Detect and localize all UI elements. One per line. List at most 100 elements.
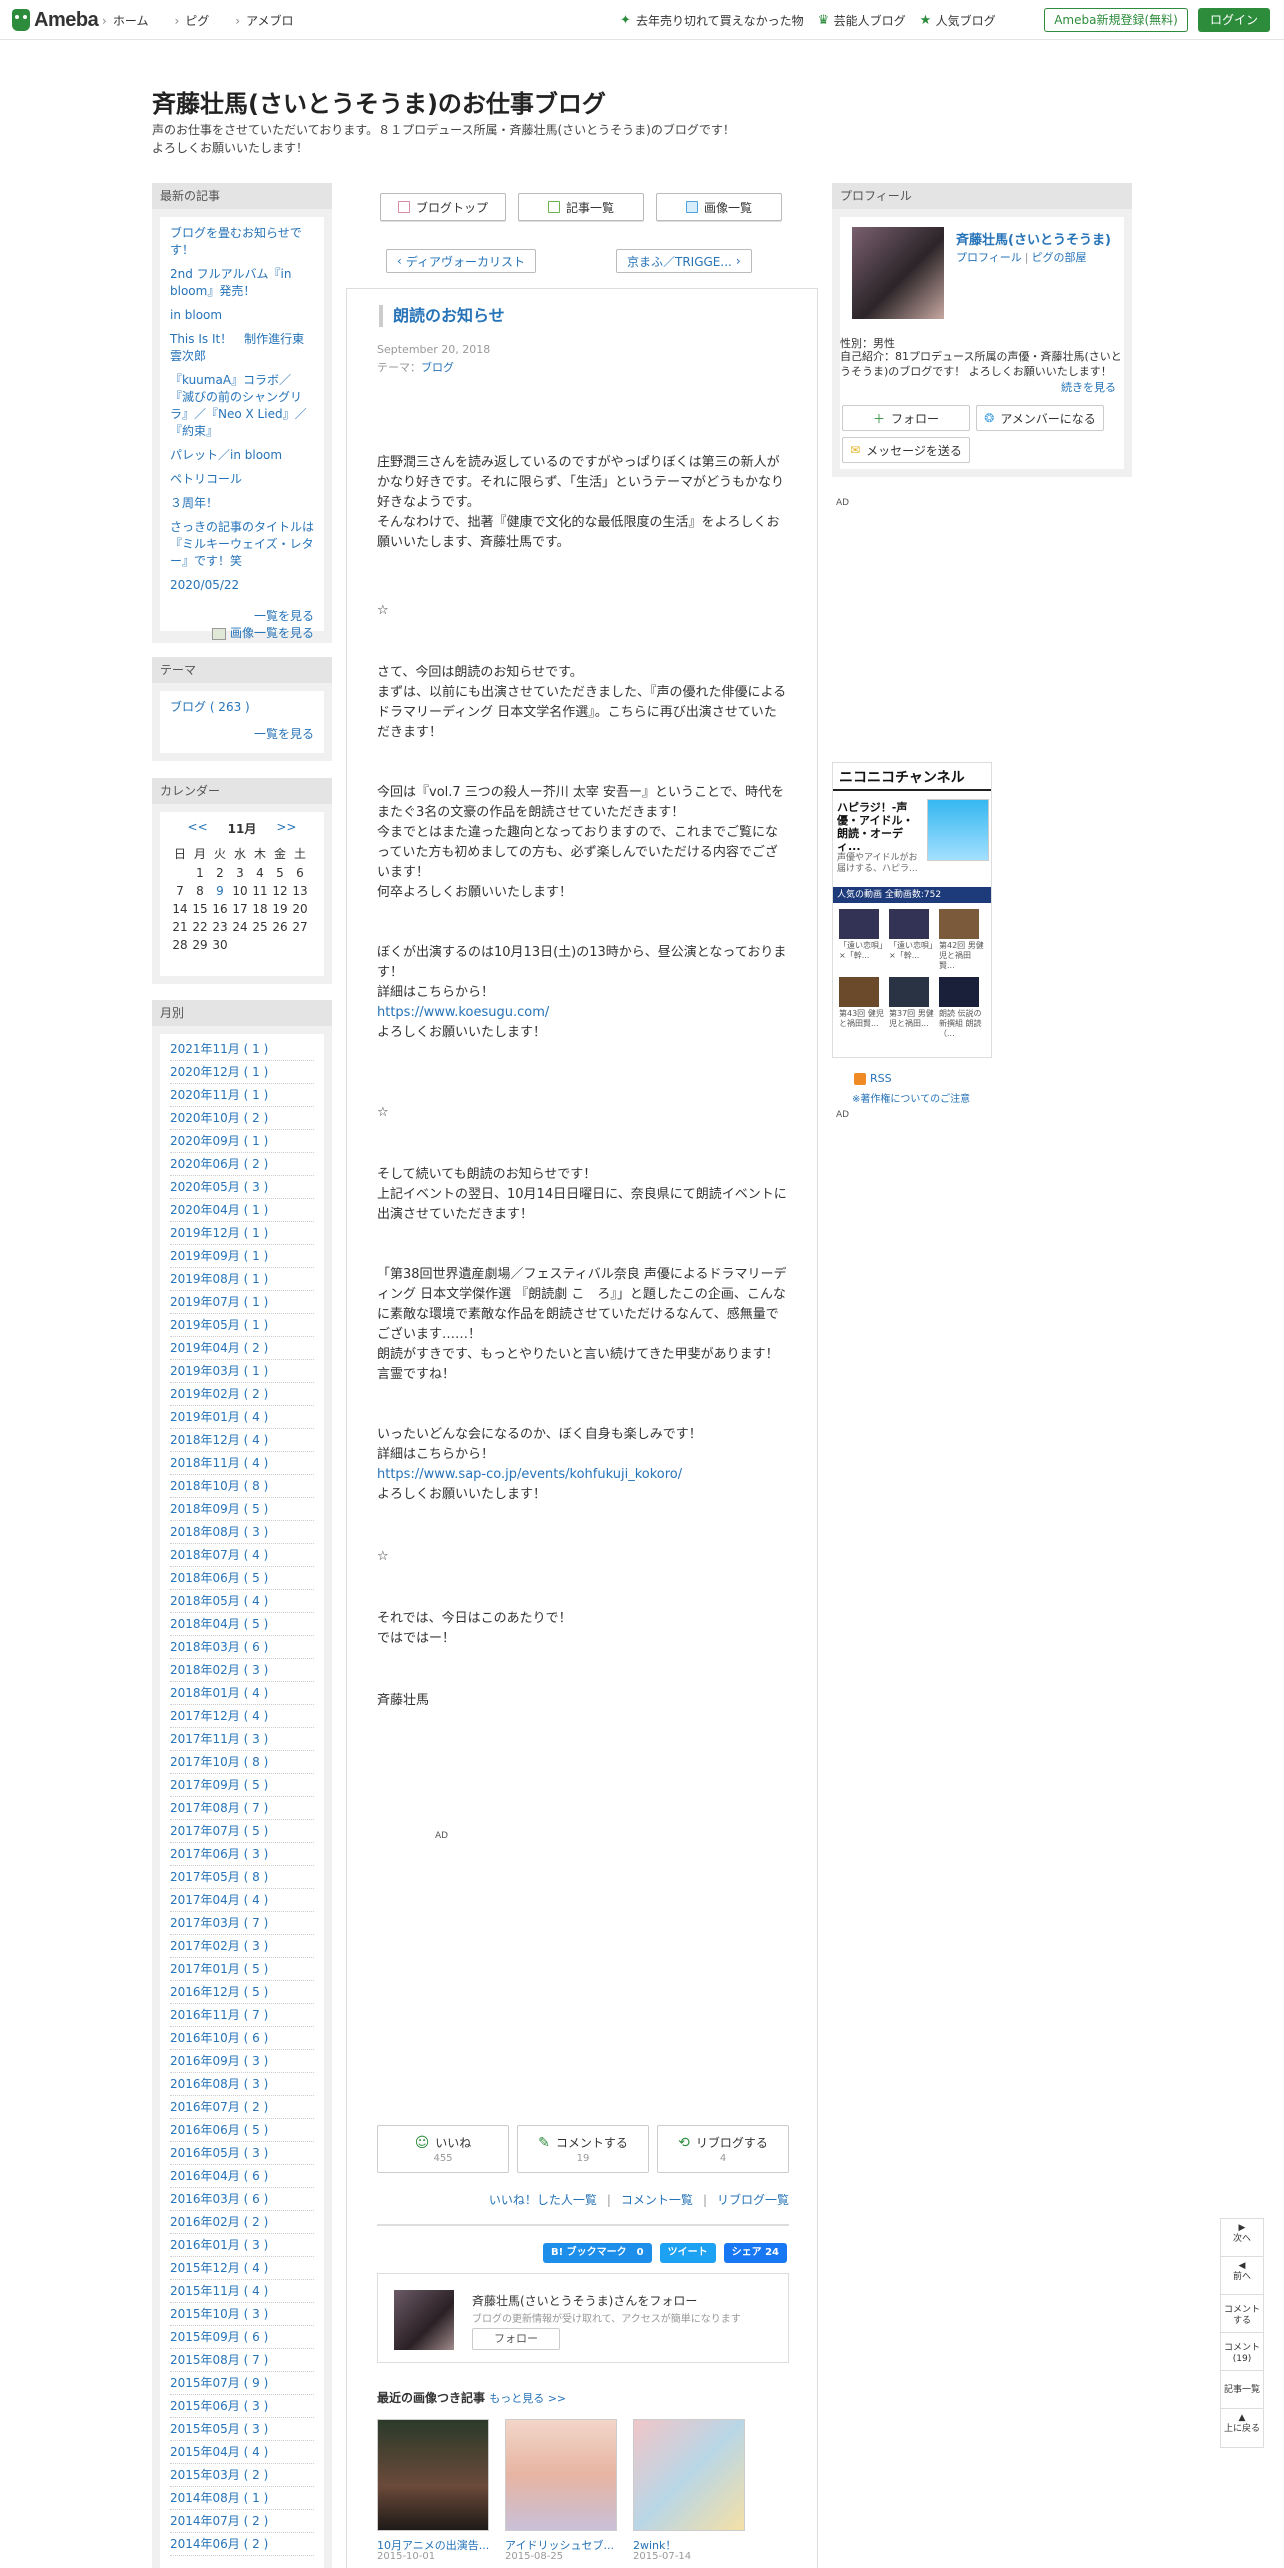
monthly-archive-item[interactable]: 2019年04月 ( 2 ) xyxy=(170,1337,314,1360)
follow-button[interactable]: フォロー xyxy=(472,2328,560,2350)
image-more-link[interactable]: 画像一覧を見る xyxy=(170,625,314,642)
monthly-archive-item[interactable]: 2016年05月 ( 3 ) xyxy=(170,2142,314,2165)
tab-post-list[interactable]: 記事一覧 xyxy=(518,193,644,221)
login-button[interactable]: ログイン xyxy=(1198,8,1270,32)
monthly-archive-item[interactable]: 2015年12月 ( 4 ) xyxy=(170,2257,314,2280)
monthly-archive-item[interactable]: 2015年03月 ( 2 ) xyxy=(170,2464,314,2487)
link-trend[interactable]: ✦ 去年売り切れて買えなかった物 xyxy=(620,12,804,29)
nico-channel-title[interactable]: ハピラジ！-声優・アイドル・朗読・オーディ... xyxy=(837,801,923,853)
nico-video-thumbnail[interactable] xyxy=(939,977,979,1007)
monthly-archive-item[interactable]: 2018年02月 ( 3 ) xyxy=(170,1659,314,1682)
recent-post[interactable]: ３周年！ xyxy=(170,495,314,512)
calendar-prev[interactable]: << xyxy=(188,820,208,837)
recent-image-more-link[interactable]: もっと見る >> xyxy=(489,2392,566,2405)
nico-video-thumbnail[interactable] xyxy=(939,909,979,939)
monthly-archive-item[interactable]: 2018年01月 ( 4 ) xyxy=(170,1682,314,1705)
nav-home[interactable]: ホーム xyxy=(102,12,149,29)
next-post-button[interactable]: 京まふ／TRIGGE... › xyxy=(616,249,752,273)
prev-post-button[interactable]: ‹ ディアヴォーカリスト xyxy=(386,249,536,273)
recent-more-link[interactable]: 一覧を見る xyxy=(170,608,314,625)
ameba-logo[interactable]: Ameba xyxy=(12,8,99,32)
nico-video-thumbnail[interactable] xyxy=(889,909,929,939)
monthly-archive-item[interactable]: 2017年03月 ( 7 ) xyxy=(170,1912,314,1935)
monthly-archive-item[interactable]: 2017年11月 ( 3 ) xyxy=(170,1728,314,1751)
theme-more-link[interactable]: 一覧を見る xyxy=(170,726,314,743)
monthly-archive-item[interactable]: 2020年12月 ( 1 ) xyxy=(170,1061,314,1084)
monthly-archive-item[interactable]: 2020年06月 ( 2 ) xyxy=(170,1153,314,1176)
monthly-archive-item[interactable]: 2016年09月 ( 3 ) xyxy=(170,2050,314,2073)
comment-count-button[interactable]: コメント(19) xyxy=(1221,2333,1263,2371)
recent-post[interactable]: パレット／in bloom xyxy=(170,447,314,464)
sap-co-link[interactable]: https://www.sap-co.jp/events/kohfukuji_k… xyxy=(377,1465,789,1485)
monthly-archive-item[interactable]: 2016年08月 ( 3 ) xyxy=(170,2073,314,2096)
blog-title[interactable]: 斉藤壮馬(さいとうそうま)のお仕事ブログ xyxy=(152,84,606,119)
post-thumbnail[interactable] xyxy=(633,2419,745,2531)
nico-channel-thumbnail[interactable] xyxy=(927,799,989,861)
monthly-archive-item[interactable]: 2018年11月 ( 4 ) xyxy=(170,1452,314,1475)
monthly-archive-item[interactable]: 2014年06月 ( 2 ) xyxy=(170,2533,314,2556)
monthly-archive-item[interactable]: 2018年03月 ( 6 ) xyxy=(170,1636,314,1659)
profile-link[interactable]: プロフィール xyxy=(956,251,1022,264)
post-list-button[interactable]: 記事一覧 xyxy=(1221,2371,1263,2409)
monthly-archive-item[interactable]: 2019年03月 ( 1 ) xyxy=(170,1360,314,1383)
nico-video-thumbnail[interactable] xyxy=(839,977,879,1007)
monthly-archive-item[interactable]: 2020年11月 ( 1 ) xyxy=(170,1084,314,1107)
post-thumbnail[interactable] xyxy=(377,2419,489,2531)
monthly-archive-item[interactable]: 2019年09月 ( 1 ) xyxy=(170,1245,314,1268)
monthly-archive-item[interactable]: 2017年01月 ( 5 ) xyxy=(170,1958,314,1981)
monthly-archive-item[interactable]: 2015年09月 ( 6 ) xyxy=(170,2326,314,2349)
comment-list-link[interactable]: コメント一覧 xyxy=(621,2193,693,2207)
monthly-archive-item[interactable]: 2018年06月 ( 5 ) xyxy=(170,1567,314,1590)
monthly-archive-item[interactable]: 2018年07月 ( 4 ) xyxy=(170,1544,314,1567)
message-button[interactable]: ✉ メッセージを送る xyxy=(842,437,970,463)
koesugu-link[interactable]: https://www.koesugu.com/ xyxy=(377,1003,789,1023)
monthly-archive-item[interactable]: 2018年09月 ( 5 ) xyxy=(170,1498,314,1521)
niconico-widget[interactable]: ニコニコチャンネル ハピラジ！-声優・アイドル・朗読・オーディ... 声優やアイ… xyxy=(832,762,992,1058)
back-to-top-button[interactable]: ▲ 上に戻る xyxy=(1221,2409,1263,2447)
recent-post[interactable]: 『kuumaA』コラボ／『滅びの前のシャングリラ』／『Neo X Lied』／『… xyxy=(170,372,314,440)
nico-video-title[interactable]: 朗読 伝説の新撰組 朗読（... xyxy=(939,1009,985,1039)
monthly-archive-item[interactable]: 2018年04月 ( 5 ) xyxy=(170,1613,314,1636)
nav-ameblo[interactable]: アメブロ xyxy=(235,12,293,29)
nico-video-thumbnail[interactable] xyxy=(889,977,929,1007)
monthly-archive-item[interactable]: 2019年12月 ( 1 ) xyxy=(170,1222,314,1245)
profile-more-link[interactable]: 続きを見る xyxy=(1061,379,1116,395)
link-celeb-blog[interactable]: ♛ 芸能人ブログ xyxy=(818,12,906,29)
prev-button[interactable]: ◀ 前へ xyxy=(1221,2257,1263,2295)
copyright-note-link[interactable]: ※著作権についてのご注意 xyxy=(852,1090,970,1105)
tweet-button[interactable]: ツイート xyxy=(659,2243,716,2263)
next-button[interactable]: ▶ 次へ xyxy=(1221,2219,1263,2257)
monthly-archive-item[interactable]: 2017年04月 ( 4 ) xyxy=(170,1889,314,1912)
monthly-archive-item[interactable]: 2017年10月 ( 8 ) xyxy=(170,1751,314,1774)
link-popular-blog[interactable]: ★ 人気ブログ xyxy=(920,12,996,29)
monthly-archive-item[interactable]: 2017年09月 ( 5 ) xyxy=(170,1774,314,1797)
amember-button[interactable]: ❂ アメンバーになる xyxy=(976,405,1104,431)
pigg-room-link[interactable]: ピグの部屋 xyxy=(1032,251,1087,264)
monthly-archive-item[interactable]: 2016年11月 ( 7 ) xyxy=(170,2004,314,2027)
monthly-archive-item[interactable]: 2016年04月 ( 6 ) xyxy=(170,2165,314,2188)
comment-button[interactable]: コメントする xyxy=(1221,2295,1263,2333)
profile-name[interactable]: 斉藤壮馬(さいとうそうま) xyxy=(956,229,1111,248)
monthly-archive-item[interactable]: 2016年10月 ( 6 ) xyxy=(170,2027,314,2050)
follow-button[interactable]: ＋フォロー xyxy=(842,405,970,431)
monthly-archive-item[interactable]: 2020年09月 ( 1 ) xyxy=(170,1130,314,1153)
monthly-archive-item[interactable]: 2016年02月 ( 2 ) xyxy=(170,2211,314,2234)
recent-post[interactable]: ペトリコール xyxy=(170,471,314,488)
facebook-share-button[interactable]: シェア 24 xyxy=(723,2243,787,2263)
monthly-archive-item[interactable]: 2017年06月 ( 3 ) xyxy=(170,1843,314,1866)
post-thumbnail[interactable] xyxy=(505,2419,617,2531)
monthly-archive-item[interactable]: 2020年04月 ( 1 ) xyxy=(170,1199,314,1222)
monthly-archive-item[interactable]: 2016年07月 ( 2 ) xyxy=(170,2096,314,2119)
monthly-archive-item[interactable]: 2017年05月 ( 8 ) xyxy=(170,1866,314,1889)
monthly-archive-item[interactable]: 2019年02月 ( 2 ) xyxy=(170,1383,314,1406)
monthly-archive-item[interactable]: 2016年01月 ( 3 ) xyxy=(170,2234,314,2257)
tab-image-list[interactable]: 画像一覧 xyxy=(656,193,782,221)
monthly-archive-item[interactable]: 2017年02月 ( 3 ) xyxy=(170,1935,314,1958)
calendar-day[interactable]: 9 xyxy=(210,884,230,898)
like-button[interactable]: ☺ いいね 455 xyxy=(377,2125,509,2173)
theme-link[interactable]: ブログ xyxy=(421,361,454,374)
nico-video-thumbnail[interactable] xyxy=(839,909,879,939)
monthly-archive-item[interactable]: 2015年07月 ( 9 ) xyxy=(170,2372,314,2395)
monthly-archive-item[interactable]: 2019年07月 ( 1 ) xyxy=(170,1291,314,1314)
recent-post[interactable]: in bloom xyxy=(170,307,314,324)
